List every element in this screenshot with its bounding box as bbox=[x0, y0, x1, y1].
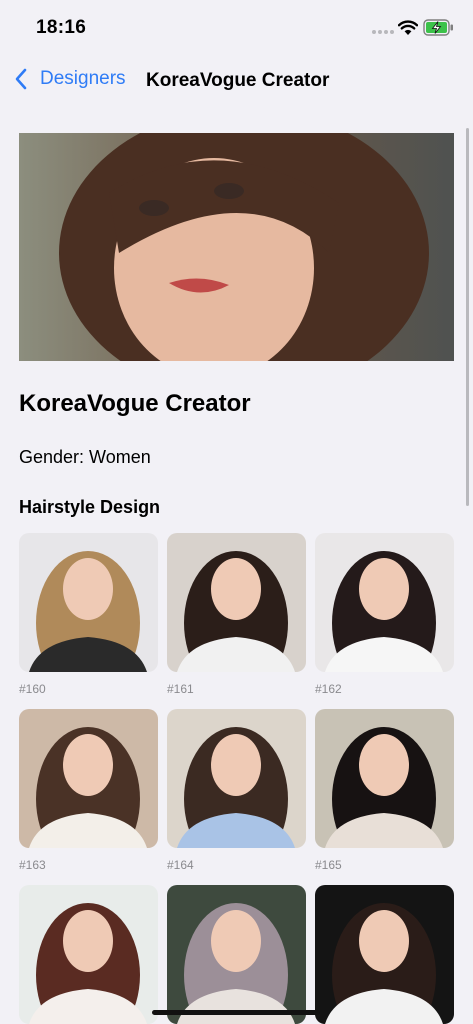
hairstyle-code: #160 bbox=[19, 682, 46, 696]
hairstyle-card[interactable]: #164 bbox=[167, 709, 306, 872]
scrollbar[interactable] bbox=[466, 128, 469, 506]
section-title: Hairstyle Design bbox=[19, 497, 161, 517]
hairstyle-thumbnail bbox=[315, 885, 454, 1024]
hairstyle-thumbnail bbox=[19, 885, 158, 1024]
hairstyle-thumbnail bbox=[19, 533, 158, 672]
status-time: 18:16 bbox=[36, 17, 87, 38]
gender-label: Gender: Women bbox=[19, 447, 151, 467]
hairstyle-card[interactable]: #161 bbox=[167, 533, 306, 696]
home-indicator[interactable] bbox=[152, 1010, 320, 1015]
hairstyle-thumbnail bbox=[315, 709, 454, 848]
hero-image bbox=[19, 133, 454, 361]
page-title: KoreaVogue Creator bbox=[146, 70, 330, 91]
back-button[interactable]: Designers bbox=[14, 68, 126, 90]
hairstyle-code: #165 bbox=[315, 858, 342, 872]
hairstyle-card[interactable]: #162 bbox=[315, 533, 454, 696]
hairstyle-card[interactable] bbox=[167, 885, 306, 1024]
hairstyle-card[interactable] bbox=[19, 885, 158, 1024]
status-bar: 18:16 bbox=[0, 0, 473, 56]
hairstyle-thumbnail bbox=[315, 533, 454, 672]
back-button-label: Designers bbox=[40, 68, 126, 89]
wifi-icon bbox=[398, 20, 418, 35]
navigation-bar: Designers KoreaVogue Creator bbox=[0, 56, 473, 106]
hairstyle-thumbnail bbox=[167, 709, 306, 848]
hairstyle-thumbnail bbox=[19, 709, 158, 848]
chevron-left-icon bbox=[15, 68, 27, 90]
battery-charging-icon bbox=[423, 19, 453, 36]
hairstyle-code: #163 bbox=[19, 858, 46, 872]
hairstyle-card[interactable]: #165 bbox=[315, 709, 454, 872]
designer-name: KoreaVogue Creator bbox=[19, 390, 251, 417]
hairstyle-thumbnail bbox=[167, 533, 306, 672]
cellular-signal-icon bbox=[372, 30, 394, 34]
hairstyle-code: #164 bbox=[167, 858, 194, 872]
hairstyle-code: #161 bbox=[167, 682, 194, 696]
hairstyle-code: #162 bbox=[315, 682, 342, 696]
hairstyle-card[interactable]: #163 bbox=[19, 709, 158, 872]
hairstyle-card[interactable] bbox=[315, 885, 454, 1024]
hairstyle-thumbnail bbox=[167, 885, 306, 1024]
hairstyle-card[interactable]: #160 bbox=[19, 533, 158, 696]
